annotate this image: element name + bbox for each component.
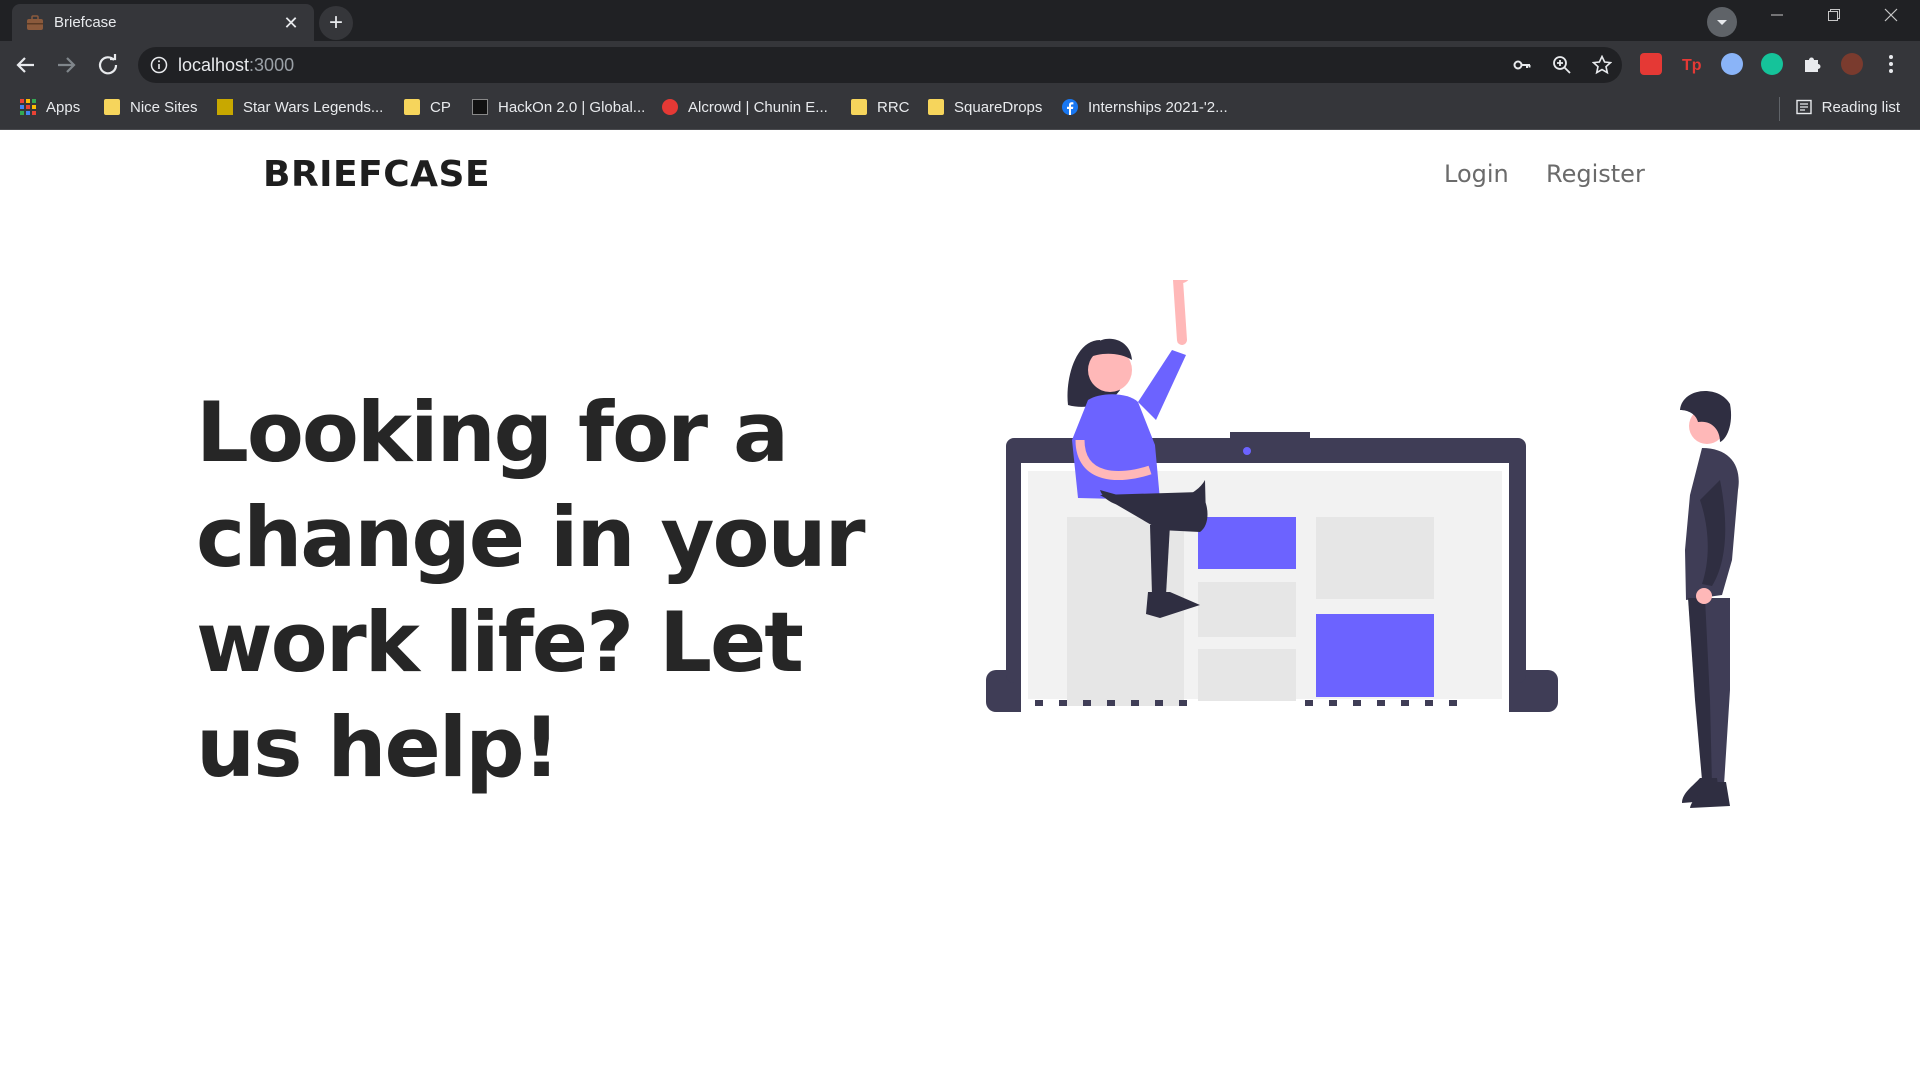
starwars-icon: [217, 99, 233, 115]
bookmark-aicrowd[interactable]: Alcrowd | Chunin E...: [662, 99, 828, 119]
browser-tabstrip: Briefcase ✕ +: [0, 0, 1920, 41]
extension-circle-icon[interactable]: [1721, 53, 1743, 75]
bookmark-hackon[interactable]: HackOn 2.0 | Global...: [472, 99, 645, 119]
bookmark-label: RRC: [877, 99, 910, 116]
reload-icon: [98, 54, 118, 75]
tp-icon: Tp: [1682, 57, 1702, 74]
bookmarks-divider: [1779, 97, 1780, 121]
new-tab-button[interactable]: +: [319, 6, 353, 40]
url-host: localhost: [178, 55, 250, 75]
apps-grid-icon: [20, 99, 36, 115]
browser-tab[interactable]: Briefcase ✕: [12, 4, 314, 41]
bookmark-label: HackOn 2.0 | Global...: [498, 99, 646, 116]
forward-button[interactable]: [50, 49, 82, 81]
reading-list-button[interactable]: Reading list: [1795, 99, 1900, 116]
bookmark-nice-sites[interactable]: Nice Sites: [104, 99, 198, 119]
bookmark-star-icon[interactable]: [1592, 55, 1612, 75]
restore-button[interactable]: [1806, 0, 1862, 36]
minimize-icon: [1771, 14, 1783, 16]
chrome-menu-button[interactable]: [1880, 53, 1902, 75]
back-arrow-icon: [16, 57, 34, 73]
close-window-button[interactable]: [1863, 0, 1919, 36]
login-link[interactable]: Login: [1444, 160, 1509, 188]
bookmark-rrc[interactable]: RRC: [851, 99, 910, 119]
hero-illustration: [986, 280, 1739, 808]
folder-icon: [928, 99, 944, 115]
puzzle-icon: [1805, 57, 1821, 72]
folder-icon: [404, 99, 420, 115]
bookmark-squaredrops[interactable]: SquareDrops: [928, 99, 1042, 119]
man-illustration: [1680, 391, 1739, 808]
grammarly-icon[interactable]: [1761, 53, 1783, 75]
zoom-icon[interactable]: [1552, 55, 1572, 75]
hero-heading: Looking for a change in your work life? …: [196, 384, 866, 796]
bookmark-star-wars[interactable]: Star Wars Legends...: [217, 99, 383, 119]
extension-red-icon[interactable]: [1640, 53, 1662, 75]
aicrowd-icon: [662, 99, 678, 115]
info-icon[interactable]: [150, 56, 168, 74]
tab-close-icon[interactable]: ✕: [280, 12, 302, 34]
forward-arrow-icon: [58, 57, 76, 73]
svg-text:Tp: Tp: [1682, 57, 1702, 74]
brand-logo[interactable]: BRIEFCASE: [263, 154, 490, 195]
url-port: :3000: [249, 55, 295, 75]
bookmark-label: Internships 2021-'2...: [1088, 99, 1228, 116]
bookmark-apps[interactable]: Apps: [20, 99, 80, 119]
profile-avatar[interactable]: [1841, 53, 1863, 75]
tab-title: Briefcase: [54, 14, 117, 31]
bookmark-label: CP: [430, 99, 451, 116]
back-button[interactable]: [10, 49, 42, 81]
url-text: localhost:3000: [178, 55, 294, 76]
extension-tp-icon[interactable]: Tp: [1681, 53, 1703, 75]
bookmark-label: Star Wars Legends...: [243, 99, 384, 116]
reading-list-icon: [1795, 99, 1812, 115]
chevron-down-icon: [1717, 20, 1727, 25]
bookmark-label: Nice Sites: [130, 99, 198, 116]
extensions-puzzle-button[interactable]: [1801, 53, 1823, 75]
bookmark-label: Alcrowd | Chunin E...: [688, 99, 828, 116]
close-icon: [1884, 8, 1898, 22]
register-link[interactable]: Register: [1546, 160, 1645, 188]
bookmark-label: Apps: [46, 99, 81, 116]
briefcase-icon: [27, 15, 43, 30]
address-bar[interactable]: localhost:3000: [138, 47, 1622, 83]
page-content: BRIEFCASE Login Register Looking for a c…: [0, 130, 1920, 1080]
bookmark-cp[interactable]: CP: [404, 99, 451, 119]
folder-icon: [104, 99, 120, 115]
browser-toolbar: localhost:3000 Tp: [0, 41, 1920, 89]
folder-icon: [851, 99, 867, 115]
reading-list-label: Reading list: [1821, 99, 1900, 116]
bookmarks-bar: Apps Nice Sites Star Wars Legends... CP …: [0, 89, 1920, 130]
minimize-button[interactable]: [1749, 0, 1805, 36]
facebook-icon: [1062, 99, 1078, 115]
bookmark-label: SquareDrops: [954, 99, 1043, 116]
more-vert-icon: [1889, 55, 1893, 73]
key-icon[interactable]: [1512, 55, 1532, 75]
tab-search-button[interactable]: [1707, 7, 1737, 37]
restore-icon: [1828, 9, 1840, 21]
reload-button[interactable]: [92, 49, 124, 81]
hackon-icon: [472, 99, 488, 115]
laptop-illustration: [986, 432, 1558, 731]
bookmark-internships[interactable]: Internships 2021-'2...: [1062, 99, 1228, 119]
